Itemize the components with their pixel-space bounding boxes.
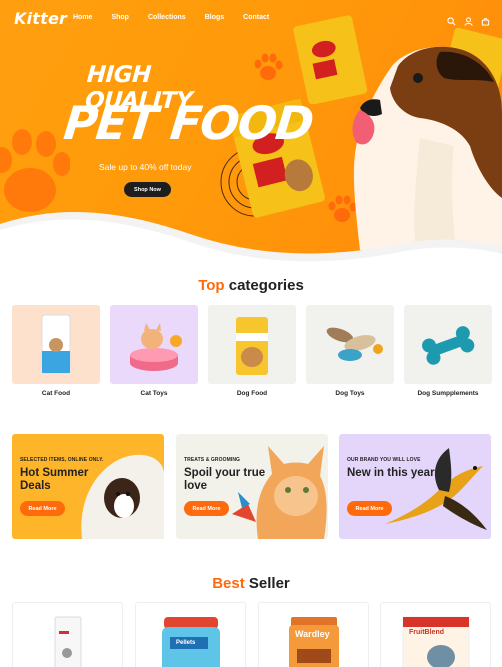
hero-banner: Kitter Home Shop Collections Blogs Conta…	[0, 0, 502, 262]
title-accent: Best	[212, 575, 245, 592]
promo-title: Hot Summer Deals	[20, 467, 89, 492]
promo-card-new-this-year[interactable]: OUR BRAND YOU WILL LOVE New in this year…	[339, 434, 491, 539]
brand-logo[interactable]: Kitter	[14, 9, 67, 28]
category-label: Dog Food	[236, 390, 268, 397]
read-more-button[interactable]: Read More	[20, 501, 65, 516]
nav-collections[interactable]: Collections	[148, 14, 186, 21]
category-cat-food[interactable]: Cat Food	[12, 305, 100, 397]
shop-now-button[interactable]: Shop Now	[124, 182, 171, 197]
product-label: Wardley	[295, 629, 330, 639]
title-rest: categories	[228, 277, 304, 294]
nav-contact[interactable]: Contact	[243, 14, 269, 21]
top-categories-title: Top categories	[0, 277, 502, 294]
read-more-button[interactable]: Read More	[184, 501, 229, 516]
cat-food-bag-icon	[41, 314, 71, 374]
product-card[interactable]	[12, 602, 123, 667]
cat-toy-icon	[130, 323, 182, 371]
promo-card-spoil-love[interactable]: TREATS & GROOMING Spoil your true love R…	[176, 434, 328, 539]
category-label: Cat Toys	[140, 390, 168, 397]
nav-home[interactable]: Home	[73, 14, 92, 21]
category-image	[110, 305, 198, 384]
promo-title: New in this year	[347, 467, 435, 479]
hero-wave-divider	[0, 211, 502, 262]
dog-toy-icon	[326, 327, 383, 361]
hero-subtitle: Sale up to 40% off today	[99, 162, 192, 172]
promo-tag: OUR BRAND YOU WILL LOVE	[347, 457, 421, 463]
promo-tag: SELECTED ITEMS, ONLINE ONLY.	[20, 457, 104, 463]
bone-toy-icon	[422, 326, 475, 365]
cart-icon[interactable]	[481, 13, 490, 26]
category-label: Dog Toys	[335, 390, 365, 397]
product-card[interactable]: Wardley	[258, 602, 369, 667]
product-label: Pellets	[176, 640, 196, 646]
product-card[interactable]: FruitBlend	[380, 602, 491, 667]
read-more-button[interactable]: Read More	[347, 501, 392, 516]
category-image	[404, 305, 492, 384]
header-icons	[447, 13, 490, 26]
nav-blogs[interactable]: Blogs	[205, 14, 224, 21]
category-cat-toys[interactable]: Cat Toys	[110, 305, 198, 397]
product-image	[162, 617, 220, 667]
product-image	[54, 616, 82, 667]
category-dog-supplements[interactable]: Dog Sumpplements	[404, 305, 492, 397]
category-dog-toys[interactable]: Dog Toys	[306, 305, 394, 397]
promo-tag: TREATS & GROOMING	[184, 457, 241, 463]
title-rest: Seller	[248, 575, 290, 592]
promo-card-summer-deals[interactable]: SELECTED ITEMS, ONLINE ONLY. Hot Summer …	[12, 434, 164, 539]
hero-headline-main: PET FOOD	[61, 96, 316, 150]
category-dog-food[interactable]: Dog Food	[208, 305, 296, 397]
category-image	[208, 305, 296, 384]
category-image	[12, 305, 100, 384]
product-card[interactable]: Pellets	[135, 602, 246, 667]
paw-print-decoration	[254, 53, 283, 80]
nav-shop[interactable]: Shop	[111, 14, 129, 21]
user-icon[interactable]	[464, 13, 473, 26]
search-icon[interactable]	[447, 13, 456, 26]
product-label: FruitBlend	[409, 629, 444, 636]
category-image	[306, 305, 394, 384]
category-label: Cat Food	[41, 390, 71, 397]
category-label: Dog Sumpplements	[417, 390, 479, 397]
promo-title: Spoil your true love	[184, 467, 266, 492]
best-seller-title: Best Seller	[0, 575, 502, 592]
title-accent: Top	[198, 277, 225, 294]
dog-food-bag-icon	[236, 317, 268, 375]
main-nav: Home Shop Collections Blogs Contact	[73, 14, 288, 21]
